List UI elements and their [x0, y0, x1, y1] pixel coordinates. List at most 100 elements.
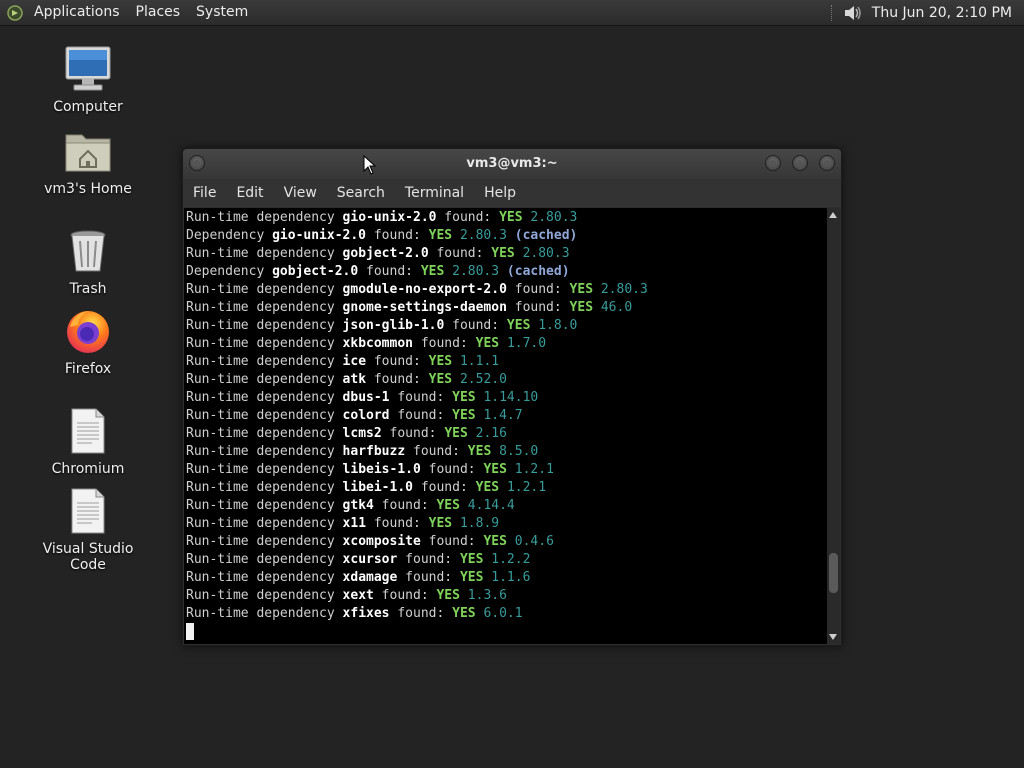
dependency-version: 2.80.3 — [530, 210, 578, 225]
line-prefix: Run-time dependency — [186, 444, 343, 459]
dependency-version: 2.52.0 — [459, 372, 507, 387]
found-status: YES — [452, 606, 476, 621]
menu-edit[interactable]: Edit — [226, 185, 273, 201]
line-found-label: found: — [389, 408, 453, 423]
terminal-scrollbar[interactable] — [827, 208, 840, 644]
dependency-name: libei-1.0 — [342, 480, 413, 495]
dependency-name: colord — [342, 408, 390, 423]
terminal-window: vm3@vm3:~ File Edit View Search Terminal… — [182, 148, 842, 646]
minimize-button[interactable] — [765, 155, 781, 171]
line-found-label: found: — [413, 480, 476, 495]
scrollbar-thumb[interactable] — [829, 553, 838, 594]
terminal-line: Run-time dependency colord found: YES 1.… — [186, 407, 827, 425]
window-titlebar[interactable]: vm3@vm3:~ — [183, 149, 841, 179]
terminal-line: Run-time dependency lcms2 found: YES 2.1… — [186, 425, 827, 443]
line-prefix: Run-time dependency — [186, 390, 343, 405]
terminal-line: Run-time dependency libeis-1.0 found: YE… — [186, 461, 827, 479]
found-status: YES — [436, 588, 460, 603]
text-cursor — [186, 623, 194, 640]
panel-clock[interactable]: Thu Jun 20, 2:10 PM — [872, 5, 1024, 21]
found-status: YES — [467, 444, 492, 459]
terminal-line: Run-time dependency xext found: YES 1.3.… — [186, 587, 827, 605]
line-found-label: found: — [397, 570, 460, 585]
found-status: YES — [569, 300, 594, 315]
dependency-version: 8.5.0 — [499, 444, 539, 459]
found-status: YES — [483, 534, 507, 549]
desktop-icon-label: Visual Studio Code — [42, 541, 134, 573]
trash-icon — [64, 227, 112, 275]
scroll-up-arrow-icon[interactable] — [829, 212, 837, 218]
dependency-name: gio-unix-2.0 — [342, 210, 437, 225]
panel-tray: Thu Jun 20, 2:10 PM — [830, 0, 1024, 25]
mate-logo-icon[interactable] — [6, 4, 24, 22]
menu-view[interactable]: View — [274, 185, 327, 201]
dependency-name: gnome-settings-daemon — [342, 300, 507, 315]
menu-file[interactable]: File — [183, 185, 226, 201]
desktop-icon-chromium[interactable]: Chromium — [28, 407, 148, 477]
line-found-label: found: — [444, 318, 507, 333]
desktop-icon-firefox[interactable]: Firefox — [28, 307, 148, 377]
terminal-line: Run-time dependency gtk4 found: YES 4.14… — [186, 497, 827, 515]
line-found-label: found: — [389, 390, 453, 405]
home-folder-icon — [64, 127, 112, 175]
line-found-label: found: — [366, 228, 429, 243]
line-found-label: found: — [506, 300, 570, 315]
dependency-name: gmodule-no-export-2.0 — [342, 282, 507, 297]
panel-menu-system[interactable]: System — [188, 0, 256, 25]
dependency-version: 46.0 — [600, 300, 633, 315]
terminal-line: Run-time dependency libei-1.0 found: YES… — [186, 479, 827, 497]
line-found-label: found: — [413, 336, 476, 351]
terminal-line: Run-time dependency atk found: YES 2.52.… — [186, 371, 827, 389]
dependency-version: 1.1.6 — [491, 570, 531, 585]
found-status: YES — [444, 426, 468, 441]
desktop-icon-label: vm3's Home — [44, 181, 132, 197]
top-panel: Applications Places System Thu Jun 20, 2… — [0, 0, 1024, 26]
line-prefix: Dependency — [186, 228, 273, 243]
terminal-line: Run-time dependency ice found: YES 1.1.1 — [186, 353, 827, 371]
dependency-version: 1.2.1 — [514, 462, 554, 477]
cached-tag: (cached) — [506, 264, 570, 279]
desktop-icon-trash[interactable]: Trash — [28, 227, 148, 297]
found-status: YES — [436, 498, 460, 513]
found-status: YES — [452, 408, 476, 423]
menu-help[interactable]: Help — [474, 185, 526, 201]
dependency-version: 0.4.6 — [514, 534, 554, 549]
mouse-pointer-icon — [363, 155, 377, 175]
volume-icon[interactable] — [842, 3, 864, 23]
desktop-icon-label: Chromium — [51, 461, 125, 477]
panel-menu-places[interactable]: Places — [128, 0, 189, 25]
close-button[interactable] — [819, 155, 835, 171]
line-prefix: Run-time dependency — [186, 408, 343, 423]
dependency-version: 2.16 — [475, 426, 507, 441]
document-icon — [64, 407, 112, 455]
terminal-line: Dependency gio-unix-2.0 found: YES 2.80.… — [186, 227, 827, 245]
found-status: YES — [428, 354, 453, 369]
terminal-output[interactable]: Run-time dependency gio-unix-2.0 found: … — [184, 208, 827, 644]
found-status: YES — [420, 264, 445, 279]
dependency-name: ice — [342, 354, 367, 369]
dependency-version: 1.8.9 — [459, 516, 500, 531]
desktop-icon-vscode[interactable]: Visual Studio Code — [28, 487, 148, 573]
found-status: YES — [483, 462, 507, 477]
terminal-line: Run-time dependency gio-unix-2.0 found: … — [186, 209, 827, 227]
dependency-version: 2.80.3 — [600, 282, 648, 297]
terminal-line: Dependency gobject-2.0 found: YES 2.80.3… — [186, 263, 827, 281]
dependency-name: gobject-2.0 — [342, 246, 429, 261]
dependency-name: xcursor — [342, 552, 398, 567]
desktop-icon-home[interactable]: vm3's Home — [28, 127, 148, 197]
menu-search[interactable]: Search — [327, 185, 395, 201]
dependency-version: 2.80.3 — [522, 246, 570, 261]
line-prefix: Run-time dependency — [186, 426, 343, 441]
panel-menu-applications[interactable]: Applications — [26, 0, 128, 25]
found-status: YES — [475, 480, 500, 495]
desktop-icon-computer[interactable]: Computer — [28, 45, 148, 115]
line-found-label: found: — [358, 264, 421, 279]
maximize-button[interactable] — [792, 155, 808, 171]
found-status: YES — [459, 552, 484, 567]
cached-tag: (cached) — [514, 228, 578, 243]
scroll-down-arrow-icon[interactable] — [829, 634, 837, 640]
desktop-icon-label: Trash — [69, 281, 107, 297]
panel-menus: Applications Places System — [0, 0, 256, 25]
menu-terminal[interactable]: Terminal — [395, 185, 474, 201]
dependency-version: 2.80.3 — [459, 228, 507, 243]
